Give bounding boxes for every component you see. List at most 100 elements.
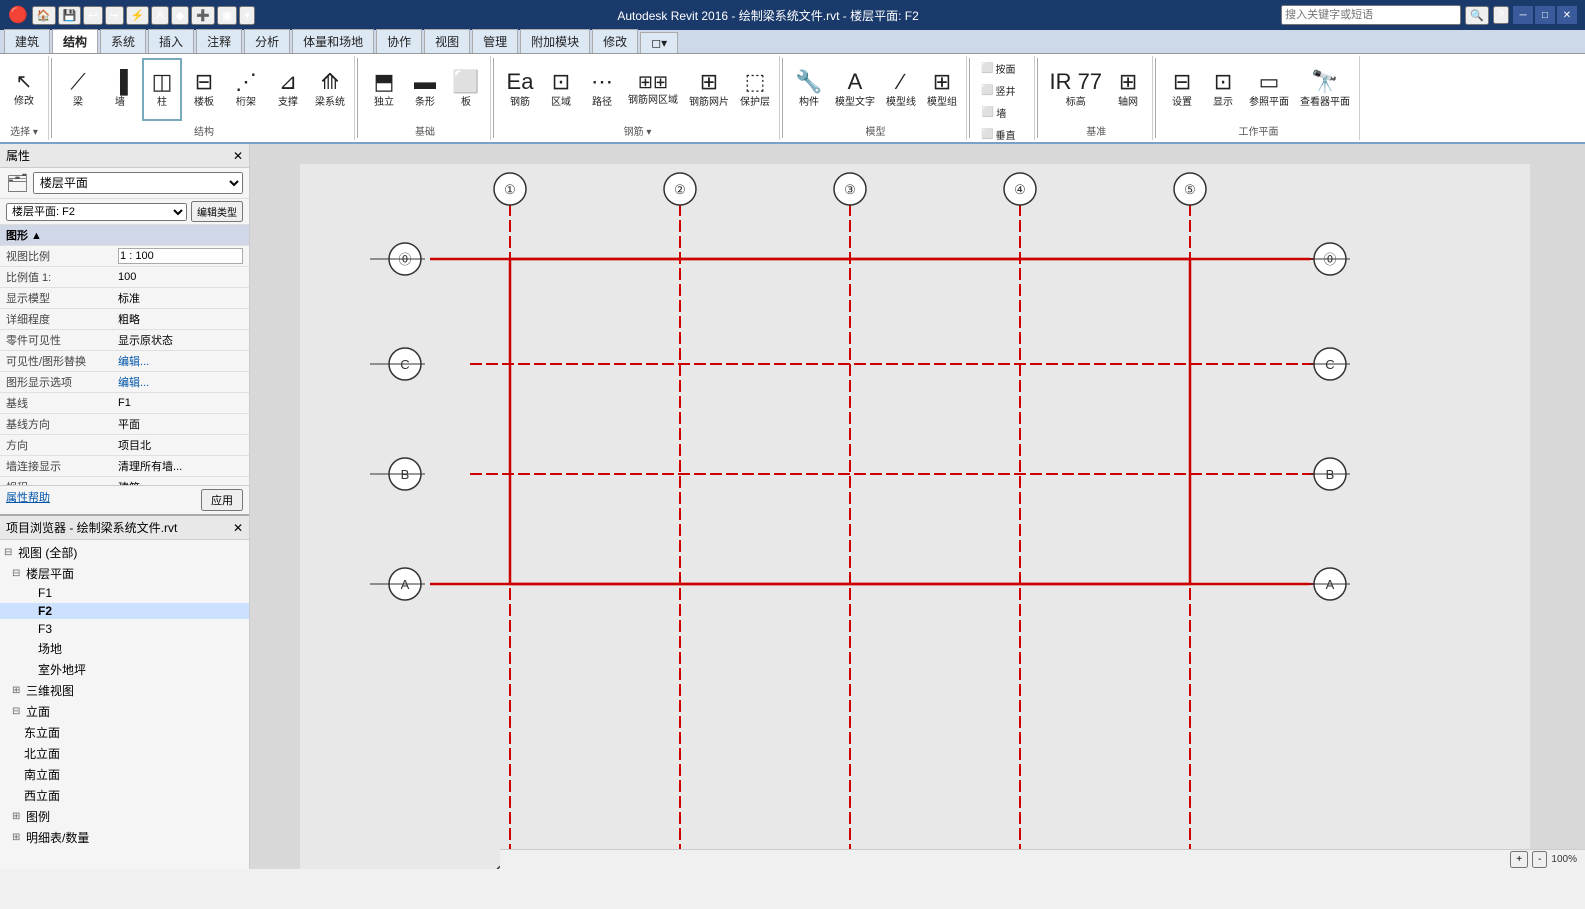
qa-btn3[interactable]: ◆ xyxy=(171,6,189,25)
prop-val-gd[interactable]: 编辑... xyxy=(112,372,249,393)
tab-charu[interactable]: 插入 xyxy=(148,29,194,53)
search-input[interactable] xyxy=(1281,5,1461,25)
properties-close-icon[interactable]: ✕ xyxy=(233,149,243,163)
beam-icon: ⟋ xyxy=(70,71,85,93)
beam-system-btn[interactable]: ⟰ 梁系统 xyxy=(310,58,350,121)
support-icon: ⊿ xyxy=(279,71,297,93)
isolated-icon: ⬒ xyxy=(374,71,395,93)
type-dropdown[interactable]: 楼层平面 xyxy=(33,172,243,194)
help-btn[interactable]: ? xyxy=(1493,6,1509,24)
section-workplane-label: 工作平面 xyxy=(1239,121,1279,138)
region-btn[interactable]: ⊡ 区域 xyxy=(541,58,581,121)
section-foundation-label: 基础 xyxy=(415,121,435,138)
tree-floor-plans[interactable]: ⊟ 楼层平面 xyxy=(0,563,249,584)
shaft-btn[interactable]: ⬜ 竖井 xyxy=(976,80,1020,101)
tree-south[interactable]: 南立面 xyxy=(0,764,249,785)
column-btn[interactable]: ◫ 柱 xyxy=(142,58,182,121)
slab-btn[interactable]: ⬜ 板 xyxy=(446,58,486,121)
home-btn[interactable]: 🏠 xyxy=(32,6,56,25)
browser-close-icon[interactable]: ✕ xyxy=(233,521,243,535)
tree-f2[interactable]: F2 xyxy=(0,602,249,620)
svg-text:②: ② xyxy=(674,182,686,197)
wall-open-btn[interactable]: ⬜ 墙 xyxy=(976,102,1012,123)
tree-views-all[interactable]: ⊟ 视图 (全部) xyxy=(0,542,249,563)
viewer-btn[interactable]: 🔭 查看器平面 xyxy=(1295,58,1355,121)
tab-xiezuo[interactable]: 协作 xyxy=(376,29,422,53)
canvas-area[interactable]: ① ② ③ ④ ⑤ ① ② ③ ④ xyxy=(250,144,1585,869)
model-line-btn[interactable]: ∕ 模型线 xyxy=(881,58,921,121)
scale-input[interactable] xyxy=(118,248,243,264)
tree-schedules[interactable]: ⊞ 明细表/数量 xyxy=(0,827,249,848)
grid-btn[interactable]: ⊞ 轴网 xyxy=(1108,58,1148,121)
beam-btn[interactable]: ⟋ 梁 xyxy=(58,58,98,121)
prop-val-parts: 显示原状态 xyxy=(112,330,249,351)
rebar-btn[interactable]: Ea 钢筋 xyxy=(500,58,540,121)
tab-shitu[interactable]: 视图 xyxy=(424,29,470,53)
mesh-region-btn[interactable]: ⊞⊞ 钢筋网区域 xyxy=(623,58,683,121)
tab-zhushi[interactable]: 注释 xyxy=(196,29,242,53)
qa-btn1[interactable]: ⚡ xyxy=(126,6,150,25)
prop-val-scale[interactable] xyxy=(112,246,249,267)
3d-label: 三维视图 xyxy=(26,682,74,699)
search-btn[interactable]: 🔍 xyxy=(1465,6,1489,25)
tree-elevations[interactable]: ⊟ 立面 xyxy=(0,701,249,722)
tab-xiugai[interactable]: 修改 xyxy=(592,29,638,53)
tree-outdoor[interactable]: 室外地坪 xyxy=(0,659,249,680)
tree-legend[interactable]: ⊞ 图例 xyxy=(0,806,249,827)
zoom-in-btn[interactable]: + xyxy=(1510,851,1528,868)
modify-btn[interactable]: ↖ 修改 xyxy=(4,58,44,121)
mesh-sheet-btn[interactable]: ⊞ 钢筋网片 xyxy=(684,58,734,121)
zoom-out-btn[interactable]: - xyxy=(1532,851,1547,868)
set-workplane-btn[interactable]: ⊟ 设置 xyxy=(1162,58,1202,121)
tab-fenxi[interactable]: 分析 xyxy=(244,29,290,53)
save-btn[interactable]: 💾 xyxy=(58,6,82,25)
tab-fujia[interactable]: 附加模块 xyxy=(520,29,590,53)
qa-btn2[interactable]: A xyxy=(151,6,168,25)
tab-jiegou[interactable]: 结构 xyxy=(52,29,98,53)
edit-type-btn[interactable]: 编辑类型 xyxy=(191,201,243,222)
tab-more[interactable]: ◻▾ xyxy=(640,32,678,53)
cover-btn[interactable]: ⬚ 保护层 xyxy=(735,58,775,121)
floor-btn[interactable]: ⊟ 楼板 xyxy=(184,58,224,121)
vertical-btn[interactable]: ⬜ 垂直 xyxy=(976,124,1020,144)
tree-north[interactable]: 北立面 xyxy=(0,743,249,764)
byface-btn[interactable]: ⬜ 按面 xyxy=(976,58,1020,79)
tree-3d-views[interactable]: ⊞ 三维视图 xyxy=(0,680,249,701)
tab-jianzhu[interactable]: 建筑 xyxy=(4,29,50,53)
component-btn[interactable]: 🔧 构件 xyxy=(789,58,829,121)
qa-btn4[interactable]: ➕ xyxy=(191,6,215,25)
tree-site[interactable]: 场地 xyxy=(0,638,249,659)
tab-tiliang[interactable]: 体量和场地 xyxy=(292,29,374,53)
redo-btn[interactable]: ↪ xyxy=(105,6,124,25)
maximize-btn[interactable]: □ xyxy=(1535,6,1555,24)
tree-west[interactable]: 西立面 xyxy=(0,785,249,806)
wall-btn[interactable]: ▐ 墙 xyxy=(100,58,140,121)
tab-xitong[interactable]: 系统 xyxy=(100,29,146,53)
section-opening: ⬜ 按面 ⬜ 竖井 ⬜ 墙 ⬜ 垂直 ⬜ 老虎窗 洞口 xyxy=(972,56,1035,140)
strip-btn[interactable]: ▬ 条形 xyxy=(405,58,445,121)
instance-dropdown[interactable]: 楼层平面: F2 xyxy=(6,203,187,221)
support-btn[interactable]: ⊿ 支撑 xyxy=(268,58,308,121)
tab-guanli[interactable]: 管理 xyxy=(472,29,518,53)
path-btn[interactable]: ⋯ 路径 xyxy=(582,58,622,121)
prop-val-scale1: 100 xyxy=(112,267,249,288)
tree-f1[interactable]: F1 xyxy=(0,584,249,602)
minimize-btn[interactable]: ─ xyxy=(1513,6,1533,24)
tree-f3[interactable]: F3 xyxy=(0,620,249,638)
close-btn[interactable]: ✕ xyxy=(1557,6,1577,24)
show-workplane-btn[interactable]: ⊡ 显示 xyxy=(1203,58,1243,121)
prop-help-link[interactable]: 属性帮助 xyxy=(6,489,50,511)
prop-val-orient: 项目北 xyxy=(112,435,249,456)
isolated-btn[interactable]: ⬒ 独立 xyxy=(364,58,404,121)
ref-plane-btn[interactable]: ▭ 参照平面 xyxy=(1244,58,1294,121)
truss-btn[interactable]: ⋰ 桁架 xyxy=(226,58,266,121)
qa-btn6[interactable]: ▾ xyxy=(239,6,255,25)
prop-apply-btn[interactable]: 应用 xyxy=(201,489,243,511)
qa-btn5[interactable]: ▣ xyxy=(217,6,237,25)
tree-east[interactable]: 东立面 xyxy=(0,722,249,743)
model-text-btn[interactable]: A 模型文字 xyxy=(830,58,880,121)
level-btn[interactable]: IR 77 标高 xyxy=(1044,58,1107,121)
model-group-btn[interactable]: ⊞ 模型组 xyxy=(922,58,962,121)
undo-btn[interactable]: ↩ xyxy=(83,6,102,25)
prop-val-vg[interactable]: 编辑... xyxy=(112,351,249,372)
